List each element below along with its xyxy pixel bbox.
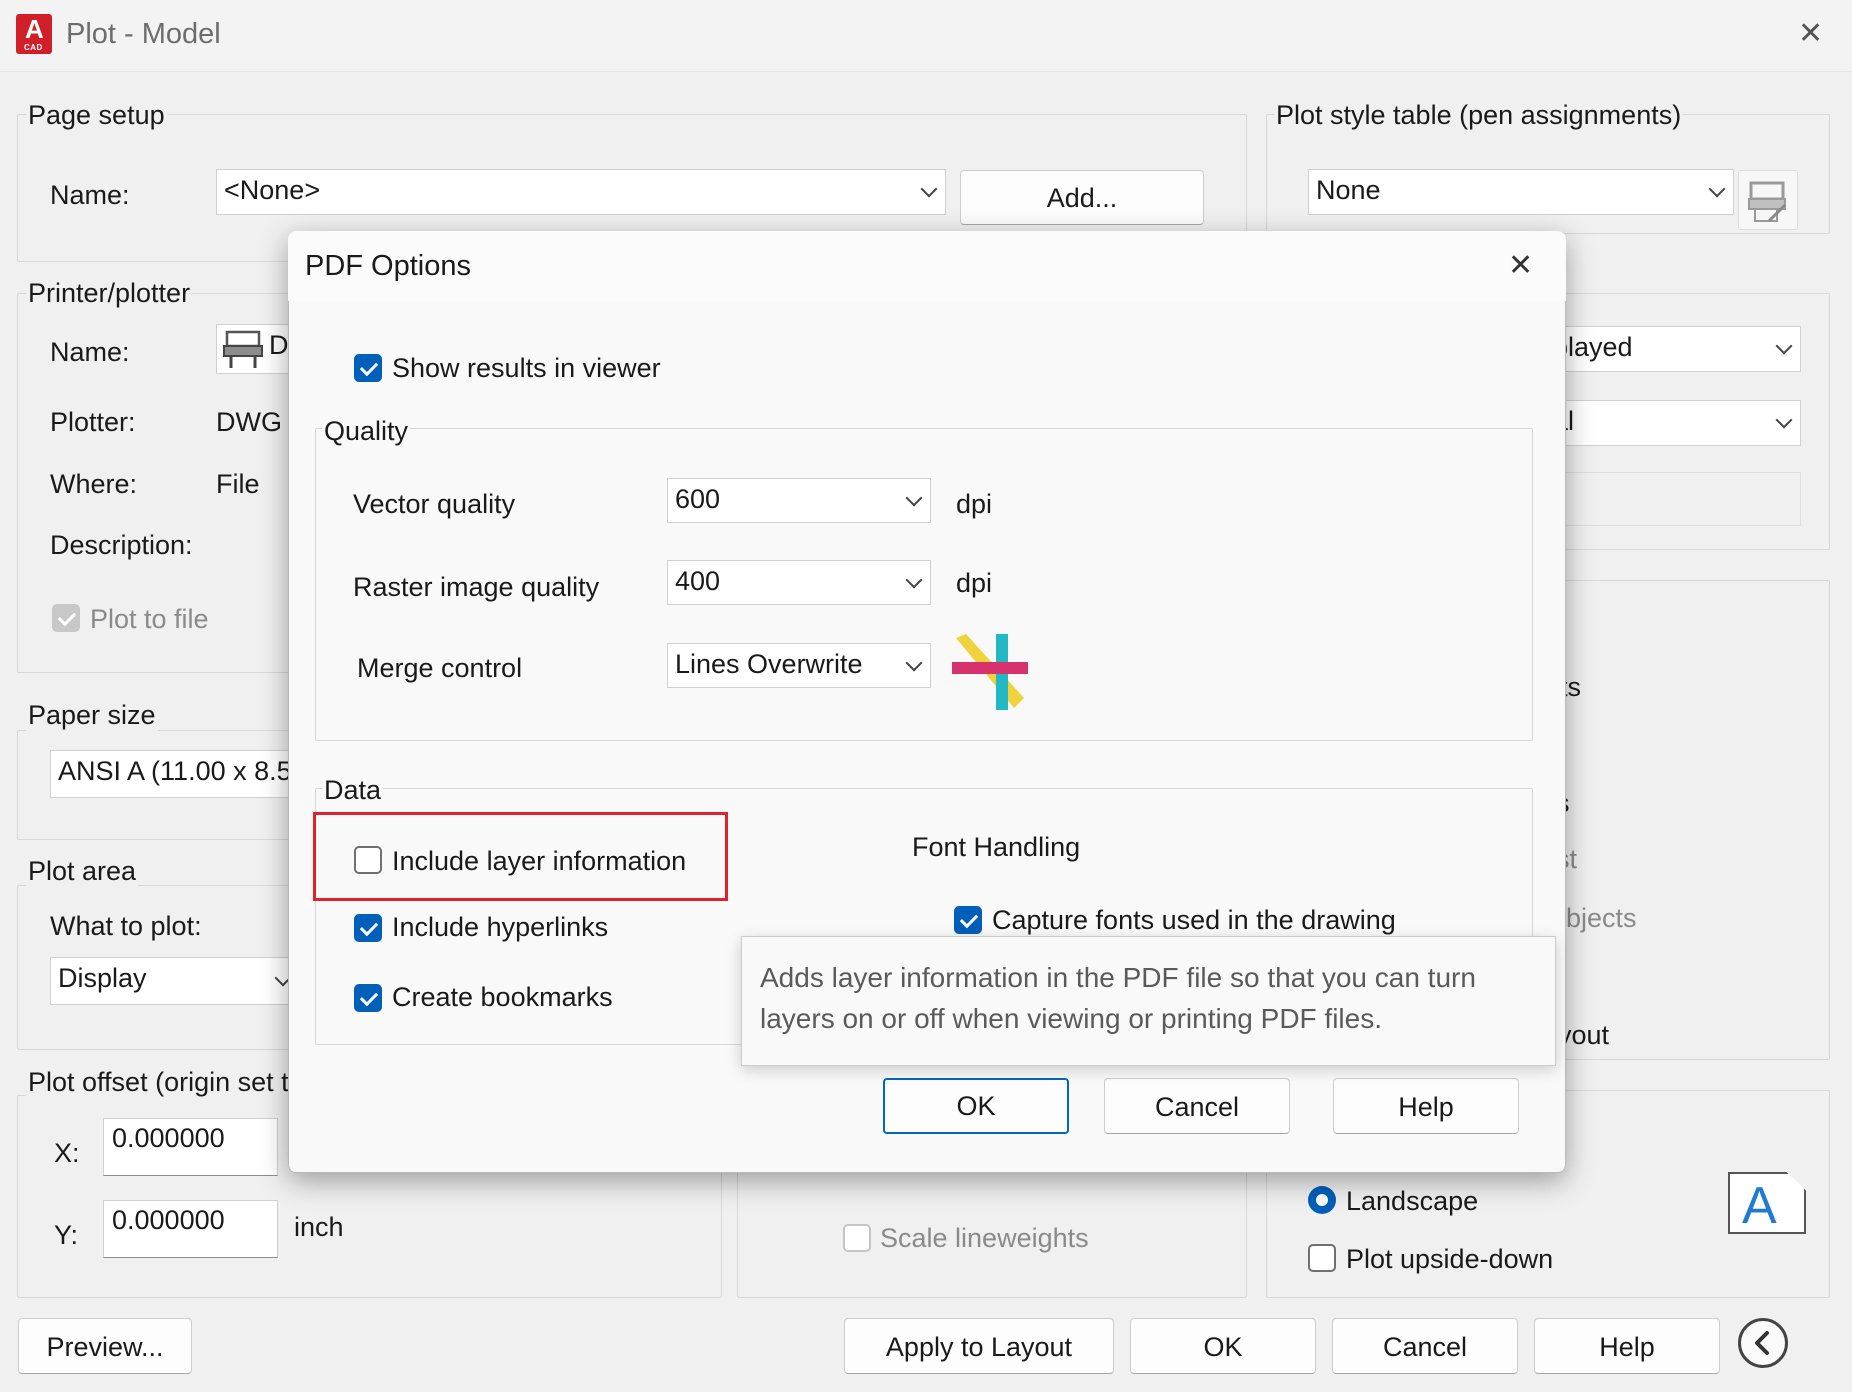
add-page-setup-button[interactable]: Add... (960, 170, 1204, 225)
merge-control-label: Merge control (357, 653, 523, 683)
layer-info-tooltip: Adds layer information in the PDF file s… (741, 936, 1556, 1066)
apply-to-layout-button[interactable]: Apply to Layout (844, 1318, 1114, 1374)
plot-style-table-dropdown[interactable]: None (1308, 169, 1734, 215)
description-label: Description: (50, 530, 193, 560)
offset-x-label: X: (54, 1138, 80, 1168)
merge-control-icon (952, 634, 1028, 710)
where-value: File (216, 469, 260, 499)
title-bar (0, 0, 1852, 72)
scale-lineweights-label: Scale lineweights (880, 1223, 1089, 1253)
include-hyperlinks-checkbox[interactable] (354, 914, 382, 942)
raster-quality-label: Raster image quality (353, 572, 600, 602)
font-handling-label: Font Handling (912, 832, 1081, 862)
what-to-plot-dropdown[interactable]: Display (50, 957, 300, 1005)
printer-plotter-label: Printer/plotter (26, 278, 193, 309)
pdf-options-titlebar (288, 231, 1566, 301)
chevron-down-icon (905, 489, 923, 506)
plot-area-label: Plot area (26, 856, 139, 887)
paper-size-dropdown[interactable]: ANSI A (11.00 x 8.5 (50, 750, 300, 798)
offset-y-label: Y: (54, 1220, 79, 1250)
pdf-options-title: PDF Options (305, 250, 471, 282)
plot-to-file-label: Plot to file (90, 604, 209, 634)
pdf-ok-button[interactable]: OK (883, 1078, 1069, 1134)
printer-name-label: Name: (50, 337, 130, 367)
plot-offset-label: Plot offset (origin set t (26, 1067, 291, 1098)
autocad-app-icon: A CAD (16, 14, 52, 54)
vector-quality-dropdown[interactable]: 600 (667, 478, 931, 523)
annotation-highlight-box (313, 812, 728, 901)
plot-option-objects: bjects (1566, 903, 1637, 933)
capture-fonts-label: Capture fonts used in the drawing (992, 905, 1396, 935)
chevron-down-icon (1775, 411, 1793, 429)
page-setup-label: Page setup (26, 100, 167, 131)
page-setup-name-value: <None> (224, 175, 321, 205)
chevron-down-icon (1708, 180, 1726, 198)
plot-ok-button[interactable]: OK (1130, 1318, 1316, 1374)
pdf-options-close-icon[interactable]: ✕ (1508, 248, 1533, 283)
chevron-down-icon (920, 180, 938, 198)
expand-collapse-button[interactable] (1738, 1318, 1788, 1368)
where-label: Where: (50, 469, 138, 499)
pdf-quality-label: Quality (322, 416, 411, 447)
printer-edit-icon (1748, 181, 1787, 223)
pdf-help-button[interactable]: Help (1333, 1078, 1519, 1134)
landscape-orientation-icon: A (1728, 1172, 1806, 1234)
plot-upside-down-checkbox[interactable] (1308, 1244, 1336, 1272)
dpi-field (1545, 472, 1801, 526)
chevron-down-icon (905, 571, 923, 588)
include-hyperlinks-label: Include hyperlinks (392, 912, 609, 942)
landscape-label: Landscape (1346, 1186, 1479, 1216)
plot-style-table-label: Plot style table (pen assignments) (1274, 100, 1684, 131)
plot-help-button[interactable]: Help (1534, 1318, 1720, 1374)
plot-cancel-button[interactable]: Cancel (1332, 1318, 1518, 1374)
pdf-data-label: Data (322, 775, 384, 806)
what-to-plot-label: What to plot: (50, 911, 202, 941)
chevron-down-icon (1775, 337, 1793, 355)
landscape-radio[interactable] (1308, 1186, 1336, 1214)
vector-quality-value: 600 (675, 484, 721, 514)
create-bookmarks-checkbox[interactable] (354, 984, 382, 1012)
create-bookmarks-label: Create bookmarks (392, 982, 613, 1012)
vector-quality-label: Vector quality (353, 489, 516, 519)
window-close-icon[interactable]: ✕ (1798, 16, 1823, 51)
offset-x-input[interactable]: 0.000000 (103, 1118, 278, 1176)
plot-quality-dropdown[interactable]: al (1545, 400, 1801, 446)
chevron-down-icon (905, 654, 923, 671)
raster-quality-value: 400 (675, 566, 721, 596)
window-title: Plot - Model (66, 18, 221, 50)
raster-quality-dropdown[interactable]: 400 (667, 560, 931, 605)
app-icon-sub: CAD (24, 43, 43, 52)
page-setup-name-dropdown[interactable]: <None> (216, 169, 946, 215)
chevron-left-icon (1755, 1331, 1769, 1355)
pdf-cancel-button[interactable]: Cancel (1104, 1078, 1290, 1134)
offset-unit-label: inch (294, 1212, 344, 1242)
orientation-icon-letter: A (1742, 1177, 1777, 1235)
page-setup-name-label: Name: (50, 180, 130, 210)
paper-size-label: Paper size (26, 700, 158, 731)
plotter-icon (223, 330, 263, 368)
capture-fonts-checkbox[interactable] (954, 906, 982, 934)
offset-y-input[interactable]: 0.000000 (103, 1200, 278, 1258)
plot-style-table-value: None (1316, 175, 1381, 205)
paper-size-value: ANSI A (11.00 x 8.5 (58, 756, 292, 786)
merge-control-dropdown[interactable]: Lines Overwrite (667, 643, 931, 688)
plot-upside-down-label: Plot upside-down (1346, 1244, 1554, 1274)
plot-to-file-checkbox (52, 604, 80, 632)
plot-style-edit-button[interactable] (1738, 170, 1798, 230)
what-to-plot-value: Display (58, 963, 147, 993)
vector-quality-unit: dpi (956, 489, 993, 519)
show-results-label: Show results in viewer (392, 353, 661, 383)
plotter-label: Plotter: (50, 407, 136, 437)
scale-lineweights-checkbox (843, 1224, 871, 1252)
shade-plot-dropdown[interactable]: played (1545, 326, 1801, 372)
app-icon-letter: A (25, 14, 44, 44)
raster-quality-unit: dpi (956, 568, 993, 598)
merge-control-value: Lines Overwrite (675, 649, 863, 679)
printer-name-value: D (269, 330, 289, 360)
show-results-checkbox[interactable] (354, 354, 382, 382)
preview-button[interactable]: Preview... (18, 1318, 192, 1374)
